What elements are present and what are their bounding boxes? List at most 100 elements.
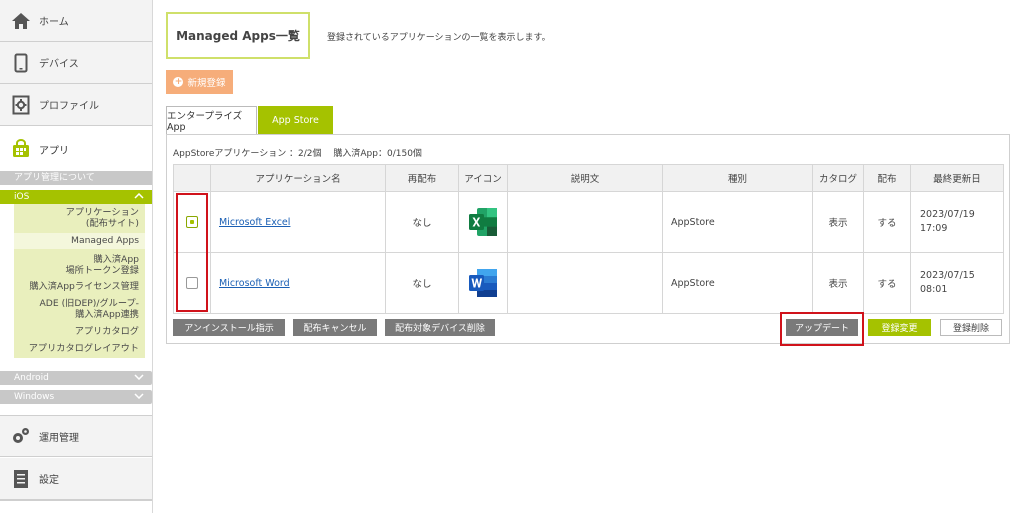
sidebar-item-settings[interactable]: 設定 bbox=[0, 458, 152, 500]
ios-item-label: Managed Apps bbox=[71, 235, 139, 246]
android-label: Android bbox=[14, 373, 49, 383]
ios-submenu: アプリケーション (配布サイト) Managed Apps 購入済App 場所ト… bbox=[14, 204, 145, 358]
column-header-distribution[interactable]: 配布 bbox=[863, 164, 911, 192]
type-cell: AppStore bbox=[662, 191, 813, 253]
description-cell bbox=[507, 252, 663, 314]
chevron-down-icon bbox=[134, 371, 144, 385]
sidebar-item-label: プロファイル bbox=[39, 101, 99, 112]
app-name-cell: Microsoft Word bbox=[210, 252, 386, 314]
last-updated-date: 2023/07/19 bbox=[920, 209, 975, 220]
uninstall-instruction-button[interactable]: アンインストール指示 bbox=[173, 319, 285, 336]
plus-icon: + bbox=[173, 77, 184, 87]
sidebar-item-label: ホーム bbox=[39, 17, 69, 28]
row-checkbox[interactable] bbox=[186, 216, 198, 228]
gears-icon bbox=[11, 426, 31, 446]
last-updated-time: 08:01 bbox=[920, 284, 948, 295]
profile-gear-icon bbox=[11, 95, 31, 115]
ios-item-vpp-license[interactable]: 購入済Appライセンス管理 bbox=[29, 281, 139, 292]
ios-item-app-catalog[interactable]: アプリカタログ bbox=[75, 326, 139, 337]
page-description: 登録されているアプリケーションの一覧を表示します。 bbox=[327, 33, 551, 43]
ios-label: iOS bbox=[14, 192, 30, 202]
app-name-cell: Microsoft Excel bbox=[210, 191, 386, 253]
sidebar-item-device[interactable]: デバイス bbox=[0, 42, 152, 84]
new-registration-label: 新規登録 bbox=[187, 78, 226, 89]
icon-cell bbox=[458, 191, 508, 253]
ios-item-ade-group[interactable]: ADE (旧DEP)/グループ- 購入済App連携 bbox=[40, 298, 139, 320]
app-count-summary: AppStoreアプリケーション ：2/2個 購入済App：0/150個 bbox=[173, 149, 422, 159]
ios-item-label: アプリカタログレイアウト bbox=[28, 343, 139, 354]
sidebar-item-profile[interactable]: プロファイル bbox=[0, 84, 152, 126]
tab-enterprise-app[interactable]: エンタープライズApp bbox=[166, 106, 257, 134]
app-name-link[interactable]: Microsoft Excel bbox=[219, 217, 290, 228]
app-management-about-link[interactable]: アプリ管理について bbox=[0, 171, 152, 185]
ios-item-app-distribution[interactable]: アプリケーション (配布サイト) bbox=[66, 207, 139, 229]
chevron-up-icon bbox=[134, 190, 144, 204]
type-cell: AppStore bbox=[662, 252, 813, 314]
column-header-catalog[interactable]: カタログ bbox=[812, 164, 864, 192]
cancel-distribution-button[interactable]: 配布キャンセル bbox=[293, 319, 377, 336]
remove-target-devices-button[interactable]: 配布対象デバイス削除 bbox=[385, 319, 495, 336]
ios-item-label: アプリケーション (配布サイト) bbox=[65, 207, 139, 229]
windows-label: Windows bbox=[14, 392, 55, 402]
sidebar-item-label: 設定 bbox=[39, 475, 59, 486]
ios-item-vpp-token[interactable]: 購入済App 場所トークン登録 bbox=[66, 254, 140, 276]
delete-registration-button[interactable]: 登録削除 bbox=[940, 319, 1002, 336]
column-header-select bbox=[173, 164, 211, 192]
tab-app-store[interactable]: App Store bbox=[258, 106, 333, 134]
app-name-link[interactable]: Microsoft Word bbox=[219, 278, 290, 289]
last-updated-date: 2023/07/15 bbox=[920, 270, 975, 281]
ios-section-toggle[interactable]: iOS bbox=[0, 190, 152, 204]
smartphone-icon bbox=[11, 53, 31, 73]
column-header-type[interactable]: 種別 bbox=[662, 164, 813, 192]
column-header-redistribution[interactable]: 再配布 bbox=[385, 164, 459, 192]
sidebar-item-label: アプリ bbox=[39, 145, 69, 157]
chevron-down-icon bbox=[134, 390, 144, 404]
ios-item-label: 購入済App 場所トークン登録 bbox=[65, 254, 140, 276]
catalog-cell: 表示 bbox=[812, 191, 864, 253]
ios-item-catalog-layout[interactable]: アプリカタログレイアウト bbox=[29, 343, 139, 354]
last-updated-cell: 2023/07/15 08:01 bbox=[910, 252, 1004, 314]
sidebar-item-home[interactable]: ホーム bbox=[0, 0, 152, 42]
column-header-app-name[interactable]: アプリケーション名 bbox=[210, 164, 386, 192]
row-checkbox[interactable] bbox=[186, 277, 198, 289]
update-button[interactable]: アップデート bbox=[786, 319, 858, 336]
app-table: アプリケーション名 再配布 アイコン 説明文 種別 カタログ 配布 最終更新日 … bbox=[173, 164, 1004, 314]
windows-section-toggle[interactable]: Windows bbox=[0, 390, 152, 404]
page-title: Managed Apps一覧 bbox=[166, 12, 310, 59]
icon-cell bbox=[458, 252, 508, 314]
home-icon bbox=[11, 11, 31, 31]
modify-registration-button[interactable]: 登録変更 bbox=[868, 319, 931, 336]
last-updated-time: 17:09 bbox=[920, 223, 948, 234]
column-header-last-updated[interactable]: 最終更新日 bbox=[910, 164, 1004, 192]
ios-item-label: 購入済Appライセンス管理 bbox=[29, 281, 139, 292]
last-updated-cell: 2023/07/19 17:09 bbox=[910, 191, 1004, 253]
distribution-cell: する bbox=[863, 191, 911, 253]
ios-item-managed-apps[interactable]: Managed Apps bbox=[14, 233, 145, 249]
redistribution-cell: なし bbox=[385, 252, 459, 314]
android-section-toggle[interactable]: Android bbox=[0, 371, 152, 385]
new-registration-button[interactable]: + 新規登録 bbox=[166, 70, 233, 94]
sidebar-item-app[interactable]: アプリ bbox=[0, 128, 152, 170]
sidebar: ホーム デバイス プロファイル アプリ アプリ管理について iOS アプリケーシ… bbox=[0, 0, 153, 513]
row-select-cell bbox=[173, 252, 211, 314]
sidebar-item-label: 運用管理 bbox=[39, 432, 79, 444]
settings-list-icon bbox=[11, 469, 31, 489]
description-cell bbox=[507, 191, 663, 253]
sidebar-bottom-divider bbox=[0, 500, 152, 513]
table-row: Microsoft Word なし AppStore 表示 する 2023/07… bbox=[173, 252, 1004, 314]
ios-item-label: ADE (旧DEP)/グループ- 購入済App連携 bbox=[39, 298, 139, 320]
row-select-cell bbox=[173, 191, 211, 253]
redistribution-cell: なし bbox=[385, 191, 459, 253]
table-header-row: アプリケーション名 再配布 アイコン 説明文 種別 カタログ 配布 最終更新日 bbox=[173, 164, 1004, 192]
table-row: Microsoft Excel なし AppStore 表示 する 2023/0… bbox=[173, 191, 1004, 253]
sidebar-item-operations[interactable]: 運用管理 bbox=[0, 415, 152, 457]
column-header-description[interactable]: 説明文 bbox=[507, 164, 663, 192]
word-icon bbox=[469, 269, 497, 297]
column-header-icon: アイコン bbox=[458, 164, 508, 192]
catalog-cell: 表示 bbox=[812, 252, 864, 314]
distribution-cell: する bbox=[863, 252, 911, 314]
sidebar-item-label: デバイス bbox=[39, 59, 79, 70]
app-bag-icon bbox=[11, 139, 31, 159]
ios-item-label: アプリカタログ bbox=[74, 326, 139, 337]
excel-icon bbox=[469, 208, 497, 236]
